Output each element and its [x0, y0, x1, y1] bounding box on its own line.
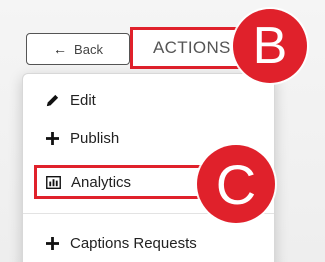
menu-item-captions-requests[interactable]: Captions Requests: [23, 229, 274, 257]
marker-letter: B: [252, 17, 288, 75]
screenshot-stage: ← Back ACTIONS Edit Publish Analytics Ca…: [0, 0, 325, 262]
menu-item-edit[interactable]: Edit: [23, 86, 274, 114]
menu-item-label: Analytics: [71, 173, 132, 191]
arrow-left-icon: ←: [53, 41, 68, 57]
back-button-label: Back: [74, 41, 103, 57]
menu-item-label: Edit: [70, 91, 96, 109]
plus-icon: [44, 131, 60, 145]
actions-button-label: ACTIONS: [153, 38, 231, 57]
pencil-icon: [44, 93, 60, 108]
back-button[interactable]: ← Back: [26, 33, 130, 65]
actions-button[interactable]: ACTIONS: [130, 27, 248, 69]
plus-icon: [44, 236, 60, 250]
menu-item-analytics[interactable]: Analytics: [34, 165, 214, 199]
annotation-marker-b: B: [233, 9, 307, 83]
annotation-marker-c: C: [197, 145, 275, 223]
bar-chart-icon: [45, 175, 61, 189]
menu-item-label: Captions Requests: [70, 234, 197, 252]
marker-letter: C: [215, 152, 257, 216]
menu-item-label: Publish: [70, 129, 120, 147]
